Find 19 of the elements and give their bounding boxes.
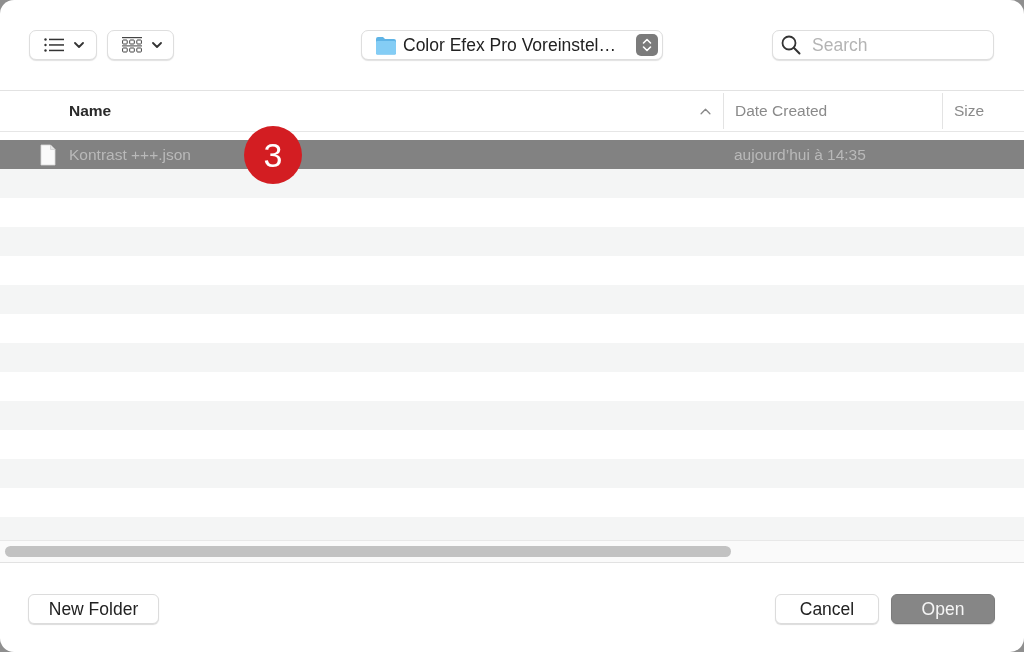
icon-view-button[interactable] xyxy=(107,30,174,60)
new-folder-button[interactable]: New Folder xyxy=(28,594,159,624)
sort-ascending-icon xyxy=(700,107,711,115)
up-down-stepper-icon xyxy=(636,34,658,56)
dialog-button[interactable]: Cancel xyxy=(775,594,879,624)
grid-icon xyxy=(122,37,142,53)
horizontal-scrollbar-thumb[interactable] xyxy=(5,546,731,557)
step-number-badge: 3 xyxy=(244,126,302,184)
chevron-down-icon xyxy=(152,42,162,48)
column-header[interactable]: Name xyxy=(69,102,112,120)
list-view-button[interactable] xyxy=(29,30,97,60)
location-popup-button[interactable]: Color Efex Pro Voreinstel… xyxy=(361,30,663,60)
column-header[interactable]: Size xyxy=(954,102,985,120)
search-icon xyxy=(781,35,801,55)
search-field[interactable]: Search xyxy=(772,30,994,60)
chevron-down-icon xyxy=(74,42,84,48)
folder-icon xyxy=(375,35,397,55)
document-icon xyxy=(40,143,56,166)
list-icon xyxy=(44,38,64,52)
